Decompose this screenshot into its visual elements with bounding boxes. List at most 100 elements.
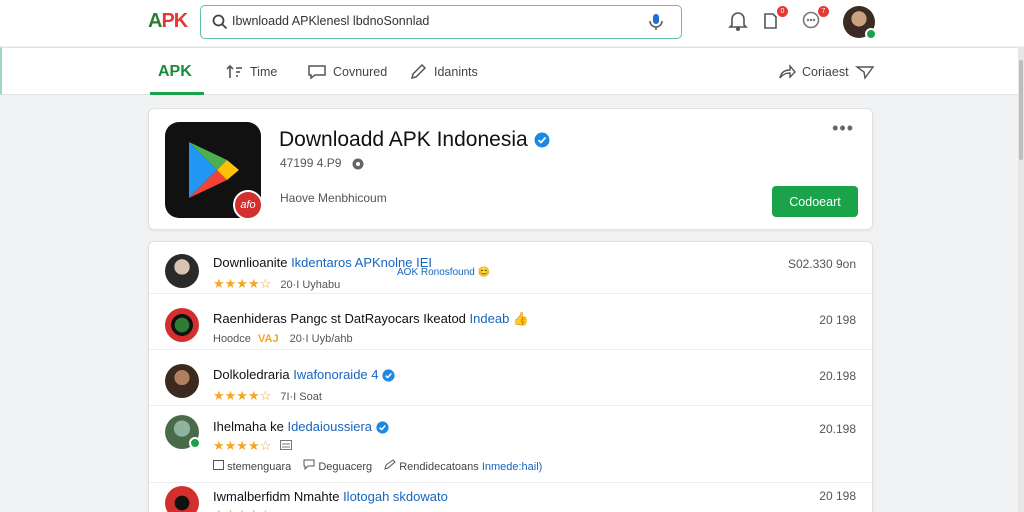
page-title-text: Downloadd APK Indonesia bbox=[279, 128, 528, 151]
send-icon[interactable] bbox=[854, 64, 875, 80]
avatar bbox=[165, 254, 199, 288]
tab-time-label: Time bbox=[250, 64, 278, 79]
online-status-dot bbox=[189, 437, 201, 449]
post-highlight[interactable]: Idedaioussiera bbox=[287, 419, 372, 434]
rating-stars: ★★★★☆ bbox=[213, 276, 272, 291]
verified-icon bbox=[534, 132, 550, 148]
rating-stars: ★★★★☆ bbox=[213, 388, 272, 403]
profile-website[interactable]: Haove Menbhicoum bbox=[280, 191, 387, 205]
list-item[interactable]: Ihelmaha ke Idedaioussiera ★★★★☆ stemeng… bbox=[149, 407, 872, 483]
tab-apk[interactable]: APK bbox=[158, 48, 192, 95]
post-highlight[interactable]: Iwafonoraide 4 bbox=[293, 367, 378, 382]
avatar bbox=[165, 308, 199, 342]
chat-icon[interactable]: 7 bbox=[801, 6, 829, 32]
post-tag: VAJ bbox=[257, 333, 279, 345]
microphone-icon[interactable] bbox=[647, 12, 665, 32]
post-meta: ★★★★☆ 7I·I Soat bbox=[213, 388, 322, 404]
post-author: Iwmalberfidm Nmahte bbox=[213, 489, 340, 504]
verified-icon bbox=[382, 369, 395, 382]
list-item[interactable]: Downlioanite Ikdentaros APKnolne IEI AOK… bbox=[149, 242, 872, 294]
globe-icon bbox=[352, 158, 364, 170]
list-item[interactable]: Raenhideras Pangc st DatRayocars Ikeatod… bbox=[149, 298, 872, 350]
post-title: Iwmalberfidm Nmahte Ilotogah skdowato bbox=[213, 489, 448, 504]
comment-icon bbox=[308, 64, 326, 79]
image-icon bbox=[280, 440, 293, 450]
notification-badge: 0 bbox=[777, 6, 788, 17]
calendar-icon bbox=[213, 460, 224, 470]
post-meta: ★★★★☆ 20·I Uyhabu bbox=[213, 276, 340, 292]
share-icon bbox=[384, 459, 396, 470]
post-author: Dolkoledraria bbox=[213, 367, 290, 382]
avatar bbox=[165, 486, 199, 512]
rating-stars: ★★★★☆ bbox=[213, 438, 272, 453]
post-actions: stemenguara Deguacerg Rendidecatoans Inm… bbox=[213, 459, 542, 473]
app-icon: afo bbox=[165, 122, 263, 220]
profile-stats-text: 47199 4.P9 bbox=[280, 156, 342, 170]
action-item[interactable]: stemenguara bbox=[213, 459, 291, 473]
action-label: Deguacerg bbox=[318, 461, 373, 473]
scrollbar-thumb[interactable] bbox=[1019, 60, 1023, 160]
share-icon bbox=[779, 63, 796, 79]
post-count: 20 198 bbox=[819, 489, 856, 503]
action-item[interactable]: Deguacerg bbox=[303, 459, 372, 473]
list-item[interactable]: Dolkoledraria Iwafonoraide 4 ★★★★☆ 7I·I … bbox=[149, 354, 872, 406]
profile-card: afo Downloadd APK Indonesia 47199 4.P9 H… bbox=[148, 108, 873, 230]
play-store-icon bbox=[189, 142, 239, 198]
tab-time[interactable]: Time bbox=[226, 48, 277, 95]
posts-list: Downlioanite Ikdentaros APKnolne IEI AOK… bbox=[148, 241, 873, 512]
search-bar[interactable]: Ibwnloadd APKlenesl lbdnoSonnlad bbox=[200, 5, 682, 39]
post-note: AOK Ronosfound 😊 bbox=[397, 267, 491, 278]
post-highlight[interactable]: Ilotogah skdowato bbox=[343, 489, 448, 504]
chat-badge: 7 bbox=[818, 6, 829, 17]
post-meta: ★★★★☆ bbox=[213, 438, 293, 454]
tab-apk-label: APK bbox=[158, 62, 192, 80]
action-label: stemenguara bbox=[227, 461, 292, 473]
contact-button[interactable]: Codoeart bbox=[772, 186, 858, 217]
post-title: Ihelmaha ke Idedaioussiera bbox=[213, 419, 389, 434]
post-author: Ihelmaha ke bbox=[213, 419, 284, 434]
post-meta-text: 20·I Uyhabu bbox=[280, 279, 341, 291]
post-meta-text: 20·I Uyb/ahb bbox=[289, 333, 353, 345]
online-status-dot bbox=[865, 28, 877, 40]
post-count: S02.330 9on bbox=[787, 257, 856, 271]
page-title: Downloadd APK Indonesia bbox=[279, 128, 550, 152]
tab-covnured-label: Covnured bbox=[333, 64, 388, 79]
post-count: 20.198 bbox=[819, 422, 856, 436]
list-item[interactable]: Iwmalberfidm Nmahte Ilotogah skdowato ★★… bbox=[149, 483, 872, 512]
contact-link[interactable]: Coriaest bbox=[778, 48, 881, 95]
comment-icon bbox=[303, 459, 315, 471]
action-item[interactable]: Rendidecatoans Inmede:hail) bbox=[384, 459, 542, 473]
verified-icon bbox=[376, 421, 389, 434]
post-author: Raenhideras Pangc st DatRayocars Ikeatod bbox=[213, 311, 466, 326]
top-bar: APK Ibwnloadd APKlenesl lbdnoSonnlad 0 7 bbox=[0, 0, 1024, 46]
post-count: 20 198 bbox=[819, 313, 856, 327]
apk-logo[interactable]: APK bbox=[148, 10, 188, 33]
post-prefix: Hoodce bbox=[213, 333, 251, 345]
contact-link-label: Coriaest bbox=[802, 64, 849, 79]
tab-idanints-label: Idanints bbox=[434, 64, 478, 79]
search-icon bbox=[212, 14, 228, 30]
user-avatar[interactable] bbox=[843, 6, 877, 40]
action-highlight[interactable]: Inmede:hail) bbox=[482, 461, 543, 473]
nav-bar: APK Time Covnured Idanints Coriaest bbox=[0, 47, 1024, 95]
app-icon-badge: afo bbox=[233, 190, 263, 220]
tab-idanints[interactable]: Idanints bbox=[410, 48, 478, 95]
post-title: Raenhideras Pangc st DatRayocars Ikeatod… bbox=[213, 311, 529, 327]
sort-icon bbox=[226, 64, 242, 78]
post-count: 20.198 bbox=[819, 369, 856, 383]
notifications-icon[interactable]: 0 bbox=[760, 6, 788, 32]
post-title: Dolkoledraria Iwafonoraide 4 bbox=[213, 367, 395, 382]
more-options-icon[interactable]: ••• bbox=[832, 119, 854, 137]
post-meta: ★★★★☆ bbox=[213, 507, 277, 512]
bell-icon[interactable] bbox=[728, 10, 750, 32]
tab-covnured[interactable]: Covnured bbox=[307, 48, 387, 95]
post-highlight[interactable]: Indeab 👍 bbox=[470, 311, 530, 326]
rating-stars: ★★★★☆ bbox=[213, 507, 271, 512]
active-tab-indicator bbox=[150, 92, 204, 95]
search-input[interactable]: Ibwnloadd APKlenesl lbdnoSonnlad bbox=[232, 14, 429, 28]
action-label: Rendidecatoans bbox=[399, 461, 479, 473]
post-meta: Hoodce VAJ 20·I Uyb/ahb bbox=[213, 333, 353, 345]
post-author: Downlioanite bbox=[213, 255, 288, 270]
post-meta-text: 7I·I Soat bbox=[280, 391, 322, 403]
profile-stats: 47199 4.P9 bbox=[280, 156, 365, 171]
